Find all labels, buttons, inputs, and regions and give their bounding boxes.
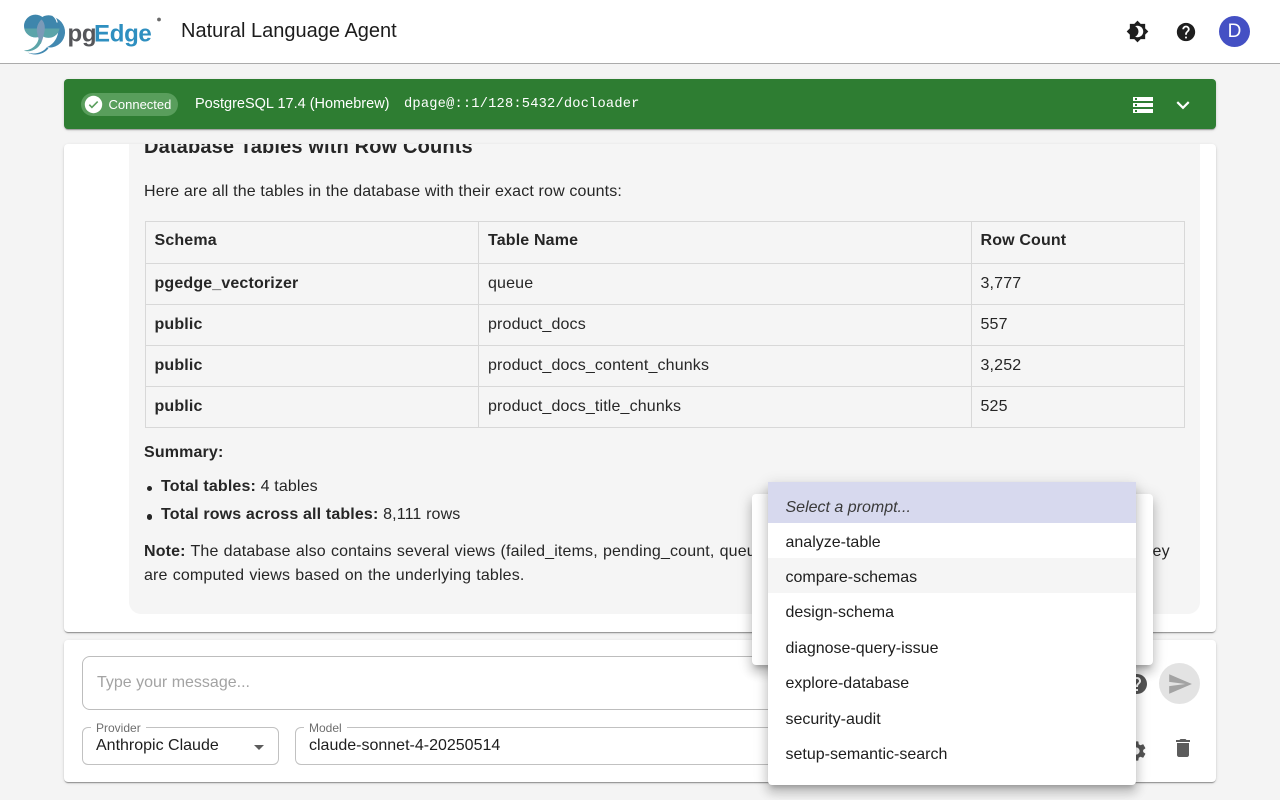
svg-text:Edge: Edge	[94, 21, 151, 48]
svg-text:pg: pg	[68, 21, 97, 48]
